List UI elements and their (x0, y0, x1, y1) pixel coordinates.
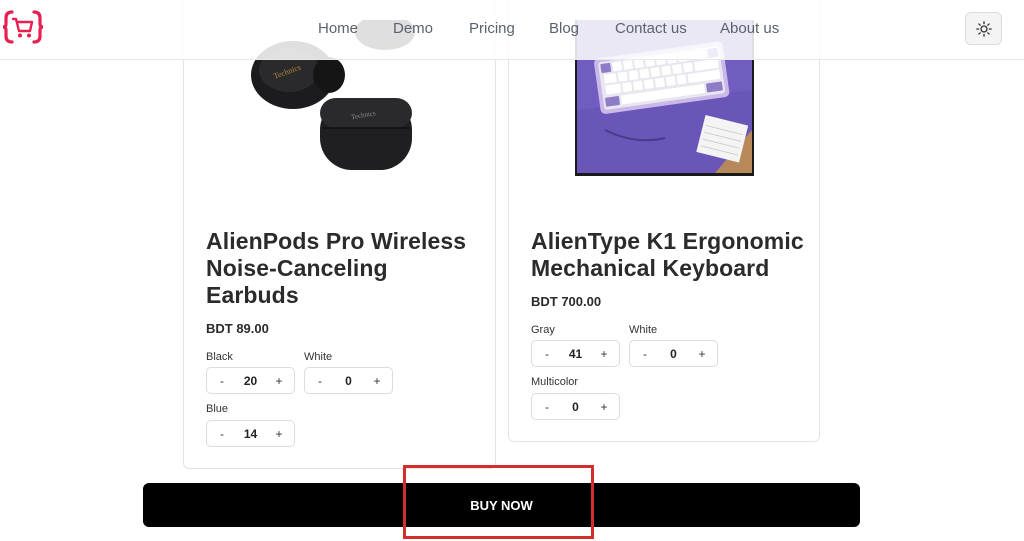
decrement-button[interactable]: - (541, 400, 553, 414)
title-line: Earbuds (206, 282, 299, 308)
cart-logo-icon[interactable] (2, 8, 44, 46)
product-price-keyboard: BDT 700.00 (531, 294, 602, 309)
title-line: Noise-Canceling (206, 255, 388, 281)
nav-about-us[interactable]: About us (720, 20, 779, 37)
nav-pricing[interactable]: Pricing (469, 20, 515, 37)
increment-button[interactable]: + (598, 400, 610, 414)
variant-label-blue: Blue (206, 403, 229, 415)
quantity-value[interactable]: 14 (244, 427, 257, 441)
quantity-value[interactable]: 0 (345, 374, 352, 388)
buy-now-button[interactable]: BUY NOW (143, 483, 860, 527)
variant-label-white: White (304, 351, 333, 363)
quantity-value[interactable]: 0 (670, 347, 677, 361)
quantity-stepper-black: - 20 + (206, 367, 295, 394)
increment-button[interactable]: + (696, 347, 708, 361)
decrement-button[interactable]: - (541, 347, 553, 361)
increment-button[interactable]: + (371, 374, 383, 388)
nav-home[interactable]: Home (318, 20, 358, 37)
product-price-earbuds: BDT 89.00 (206, 321, 269, 336)
quantity-value[interactable]: 41 (569, 347, 582, 361)
quantity-stepper-multicolor: - 0 + (531, 393, 620, 420)
product-title-earbuds: AlienPods Pro Wireless Noise-Canceling E… (206, 228, 466, 309)
quantity-value[interactable]: 20 (244, 374, 257, 388)
increment-button[interactable]: + (273, 427, 285, 441)
theme-toggle-button[interactable] (965, 12, 1002, 45)
title-line: AlienPods Pro Wireless (206, 228, 467, 254)
quantity-stepper-white: - 0 + (629, 340, 718, 367)
quantity-value[interactable]: 0 (572, 400, 579, 414)
decrement-button[interactable]: - (216, 374, 228, 388)
title-line: Mechanical Keyboard (531, 255, 770, 281)
nav-blog[interactable]: Blog (549, 20, 579, 37)
decrement-button[interactable]: - (216, 427, 228, 441)
increment-button[interactable]: + (273, 374, 285, 388)
quantity-stepper-gray: - 41 + (531, 340, 620, 367)
sun-icon (975, 20, 992, 37)
quantity-stepper-white: - 0 + (304, 367, 393, 394)
decrement-button[interactable]: - (314, 374, 326, 388)
site-header: Home Demo Pricing Blog Contact us About … (0, 0, 1024, 60)
variant-label-black: Black (206, 351, 233, 363)
variant-label-multicolor: Multicolor (531, 376, 579, 388)
product-title-keyboard: AlienType K1 Ergonomic Mechanical Keyboa… (531, 228, 804, 282)
nav-demo[interactable]: Demo (393, 20, 433, 37)
title-line: AlienType K1 Ergonomic (531, 228, 804, 254)
increment-button[interactable]: + (598, 347, 610, 361)
nav-contact-us[interactable]: Contact us (615, 20, 687, 37)
quantity-stepper-blue: - 14 + (206, 420, 295, 447)
variant-label-white: White (629, 324, 658, 336)
variant-label-gray: Gray (531, 324, 555, 336)
decrement-button[interactable]: - (639, 347, 651, 361)
